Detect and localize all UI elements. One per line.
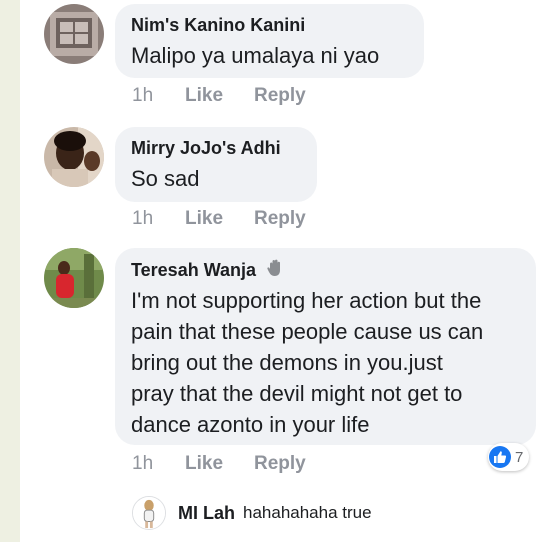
comment-bubble: Mirry JoJo's Adhi So sad [115, 127, 317, 202]
reply-author[interactable]: MI Lah [178, 503, 235, 524]
reply-text: hahahahaha true [243, 503, 372, 522]
reaction-count: 7 [515, 448, 524, 466]
waving-hand-icon [267, 259, 281, 276]
like-button[interactable]: Like [185, 85, 223, 107]
comment-bubble: Nim's Kanino Kanini Malipo ya umalaya ni… [115, 4, 424, 78]
avatar[interactable] [44, 248, 104, 308]
comment-author-row: Teresah Wanja [131, 258, 520, 281]
comment-author[interactable]: Mirry JoJo's Adhi [131, 137, 301, 159]
thumbs-up-icon [489, 446, 511, 468]
left-rail [0, 0, 20, 542]
reply-button[interactable]: Reply [254, 208, 306, 230]
reply-preview[interactable]: MI Lah hahahahaha true [132, 496, 372, 530]
like-button[interactable]: Like [185, 208, 223, 230]
comment-author[interactable]: Nim's Kanino Kanini [131, 14, 408, 36]
avatar[interactable] [44, 4, 104, 64]
comment-text: Malipo ya umalaya ni yao [131, 43, 380, 68]
like-button[interactable]: Like [185, 453, 223, 475]
comment-time[interactable]: 1h [132, 453, 153, 475]
reaction-summary[interactable]: 7 [488, 443, 530, 471]
comment-time[interactable]: 1h [132, 208, 153, 230]
avatar[interactable] [44, 127, 104, 187]
comment-time[interactable]: 1h [132, 85, 153, 107]
comment-bubble: Teresah Wanja I'm not supporting her act… [115, 248, 536, 445]
comment-author[interactable]: Teresah Wanja [131, 260, 256, 280]
reply-button[interactable]: Reply [254, 453, 306, 475]
comment-text: I'm not supporting her action but the pa… [131, 288, 484, 437]
reply-button[interactable]: Reply [254, 85, 306, 107]
comment-text: So sad [131, 166, 200, 191]
avatar[interactable] [132, 496, 166, 530]
